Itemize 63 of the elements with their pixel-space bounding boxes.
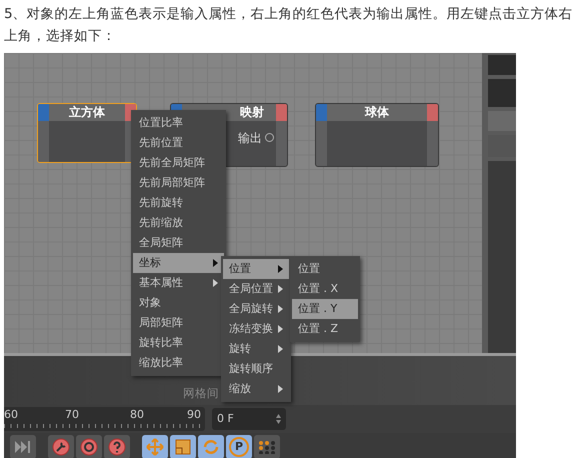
wrench-icon (52, 438, 70, 456)
ruler-tick-label: 80 (130, 407, 144, 424)
article-paragraph: 5、对象的左上角蓝色表示是输入属性，右上角的红色代表为输出属性。用左键点击立方体右上角，选择如下： (3, 5, 574, 46)
toolbar-button[interactable] (254, 435, 280, 458)
menu-item[interactable]: 全局矩阵 (133, 233, 224, 253)
menu-item[interactable]: 位置 (292, 259, 358, 279)
menu-item[interactable]: 对象 (133, 293, 224, 313)
menu-item[interactable]: 旋转顺序 (223, 359, 289, 379)
node-side-strip (276, 121, 287, 166)
node-card[interactable]: 球体 (315, 103, 439, 167)
toolbar-button[interactable] (76, 435, 102, 458)
rotate-icon (202, 438, 220, 456)
port-label: 输出 (238, 130, 262, 147)
node-title: 映射 (240, 104, 264, 121)
menu-item[interactable]: 全局旋转 (223, 299, 289, 319)
spinner-icon[interactable] (276, 414, 281, 424)
toolbar-button[interactable] (10, 435, 36, 458)
menu-item[interactable]: 位置 (223, 259, 289, 279)
submenu-arrow-icon (278, 265, 283, 273)
node-side-strip (38, 121, 49, 162)
menu-item[interactable]: 局部矩阵 (133, 313, 224, 333)
menu-item[interactable]: 位置 . X (292, 279, 358, 299)
scale-icon (175, 439, 191, 455)
toolbar-button[interactable] (170, 435, 196, 458)
menu-item[interactable]: 冻结变换 (223, 319, 289, 339)
node-card[interactable]: 立方体 (37, 103, 137, 163)
menu-item[interactable]: 先前旋转 (133, 193, 224, 213)
submenu-arrow-icon (278, 285, 283, 293)
submenu-arrow-icon (213, 279, 218, 287)
dots-icon (258, 440, 276, 454)
input-port-icon[interactable] (316, 104, 327, 121)
ruler-tick-label: 60 (4, 407, 18, 424)
toolbar-button[interactable] (104, 435, 130, 458)
skip-end-icon (15, 441, 31, 453)
node-title: 球体 (365, 104, 389, 121)
submenu-arrow-icon (278, 345, 283, 353)
move-icon (146, 438, 164, 456)
menu-item[interactable]: 缩放比率 (133, 353, 224, 373)
submenu-arrow-icon (213, 259, 218, 267)
menu-item[interactable]: 全局位置 (223, 279, 289, 299)
menu-item[interactable]: 坐标 (133, 253, 224, 273)
submenu-arrow-icon (278, 385, 283, 393)
menu-item[interactable]: 缩放 (223, 379, 289, 399)
menu-item[interactable]: 旋转 (223, 339, 289, 359)
ruler-tick-label: 90 (187, 407, 201, 424)
menu-item[interactable]: 旋转比率 (133, 333, 224, 353)
help-icon (108, 438, 126, 456)
menu-item[interactable]: 先前缩放 (133, 213, 224, 233)
node-side-strip (427, 121, 438, 166)
menu-item[interactable]: 先前局部矩阵 (133, 173, 224, 193)
menu-item[interactable]: 位置 . Y (292, 299, 358, 319)
frame-field[interactable]: 0 F (212, 408, 286, 430)
submenu-arrow-icon (278, 325, 283, 333)
refresh-icon (80, 438, 98, 456)
input-port-icon[interactable] (38, 104, 49, 121)
grid-spacing-label: 网格间 (183, 384, 219, 402)
node-title: 立方体 (69, 104, 105, 121)
menu-item[interactable]: 位置 . Z (292, 319, 358, 339)
node-side-strip (316, 121, 327, 166)
submenu-arrow-icon (278, 305, 283, 313)
toolbar-button[interactable] (48, 435, 74, 458)
menu-item[interactable]: 基本属性 (133, 273, 224, 293)
ruler-tick-label: 70 (65, 407, 79, 424)
